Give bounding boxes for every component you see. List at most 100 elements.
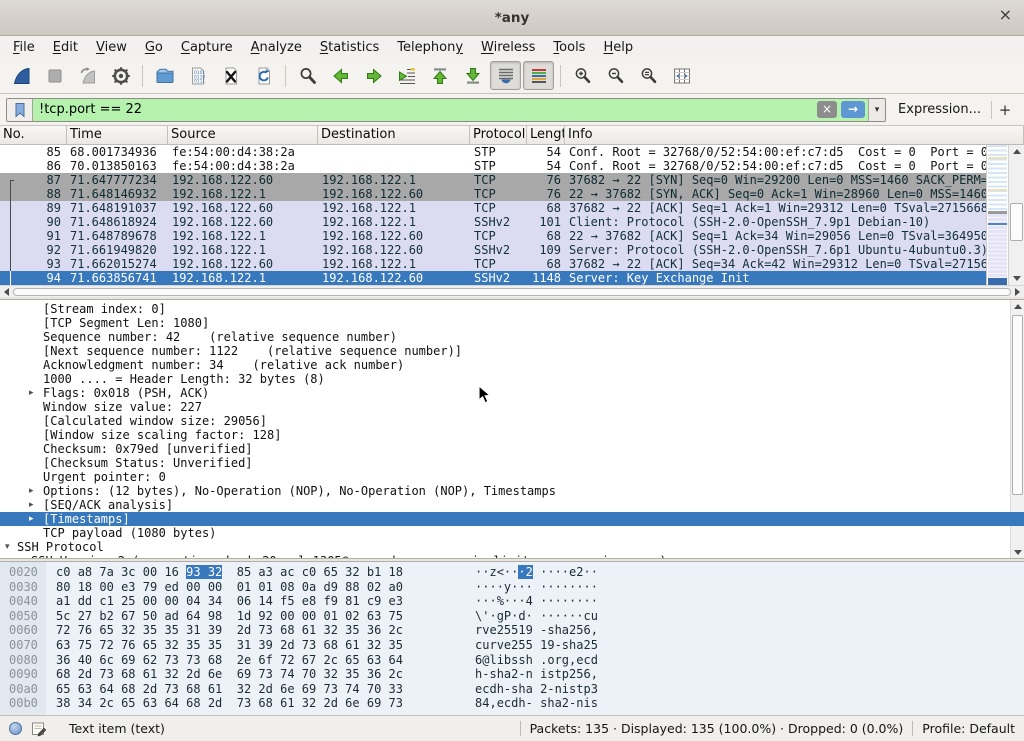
collapse-arrow-icon[interactable]: ▾ [5, 540, 10, 554]
menu-tools[interactable]: Tools [544, 38, 594, 57]
save-file-button[interactable]: 010101100111 [182, 61, 213, 90]
scroll-down-icon[interactable] [1009, 272, 1024, 285]
hex-row[interactable]: 008036 40 6c 69 62 73 73 68 2e 6f 72 67 … [0, 653, 1024, 668]
packet-row[interactable]: 9071.648618924192.168.122.60192.168.122.… [0, 215, 986, 229]
close-file-button[interactable] [215, 61, 246, 90]
expand-arrow-icon[interactable]: ▸ [19, 554, 24, 559]
scroll-up-icon[interactable] [1009, 145, 1024, 158]
go-to-packet-button[interactable] [391, 61, 422, 90]
zoom-in-button[interactable] [567, 61, 598, 90]
packet-row[interactable]: 9371.662015274192.168.122.60192.168.122.… [0, 257, 986, 271]
detail-row[interactable]: Window size value: 227 [0, 400, 1024, 414]
filter-bookmark-button[interactable] [7, 99, 33, 121]
menu-capture[interactable]: Capture [172, 38, 242, 57]
packet-list-minimap[interactable] [986, 145, 1008, 285]
go-first-button[interactable] [424, 61, 455, 90]
status-profile[interactable]: Profile: Default [922, 721, 1015, 736]
menu-view[interactable]: View [87, 38, 136, 57]
expert-info-icon[interactable] [9, 722, 22, 735]
menu-help[interactable]: Help [594, 38, 642, 57]
packet-row[interactable]: 8971.648191037192.168.122.60192.168.122.… [0, 201, 986, 215]
find-packet-button[interactable] [292, 61, 323, 90]
detail-row[interactable]: ▸Options: (12 bytes), No-Operation (NOP)… [0, 484, 1024, 498]
detail-row[interactable]: [Stream index: 0] [0, 302, 1024, 316]
detail-row[interactable]: TCP payload (1080 bytes) [0, 526, 1024, 540]
go-forward-button[interactable] [358, 61, 389, 90]
expand-arrow-icon[interactable]: ▸ [29, 386, 34, 400]
filter-clear-button[interactable]: × [817, 101, 837, 118]
hex-row[interactable]: 00505c 27 b2 67 50 ad 64 98 1d 92 00 00 … [0, 609, 1024, 624]
hex-row[interactable]: 009068 2d 73 68 61 32 2d 6e 69 73 74 70 … [0, 667, 1024, 682]
detail-row[interactable]: ▾SSH Protocol [0, 540, 1024, 554]
menu-analyze[interactable]: Analyze [242, 38, 311, 57]
menu-file[interactable]: File [4, 38, 44, 57]
add-filter-button[interactable]: + [992, 101, 1018, 119]
scroll-right-icon[interactable] [1015, 288, 1020, 296]
menu-edit[interactable]: Edit [44, 38, 87, 57]
detail-row[interactable]: Sequence number: 42 (relative sequence n… [0, 330, 1024, 344]
go-back-button[interactable] [325, 61, 356, 90]
column-header-info[interactable]: Info [565, 126, 1024, 144]
column-header-source[interactable]: Source [168, 126, 318, 144]
packet-row[interactable]: 9271.661949820192.168.122.1192.168.122.6… [0, 243, 986, 257]
hex-row[interactable]: 0020c0 a8 7a 3c 00 16 93 32 85 a3 ac c0 … [0, 565, 1024, 580]
packet-list-hscrollbar[interactable] [0, 285, 1024, 297]
expand-arrow-icon[interactable]: ▸ [29, 484, 34, 498]
zoom-reset-button[interactable] [633, 61, 664, 90]
hex-row[interactable]: 00a065 63 64 68 2d 73 68 61 32 2d 6e 69 … [0, 682, 1024, 697]
column-header-destination[interactable]: Destination [318, 126, 470, 144]
hex-row[interactable]: 007063 75 72 76 65 32 35 35 31 39 2d 73 … [0, 638, 1024, 653]
hex-row[interactable]: 00b038 34 2c 65 63 64 68 2d 73 68 61 32 … [0, 696, 1024, 711]
scrollbar-thumb[interactable] [13, 288, 1011, 296]
packet-list-vscrollbar[interactable] [1008, 145, 1024, 285]
detail-row[interactable]: Urgent pointer: 0 [0, 470, 1024, 484]
column-header-protocol[interactable]: Protocol [470, 126, 527, 144]
capture-options-button[interactable] [105, 61, 136, 90]
close-icon[interactable]: × [999, 7, 1012, 23]
detail-row[interactable]: ▸Flags: 0x018 (PSH, ACK) [0, 386, 1024, 400]
start-capture-button[interactable] [6, 61, 37, 90]
detail-row[interactable]: [Checksum Status: Unverified] [0, 456, 1024, 470]
detail-row[interactable]: ▸SSH Version 2 (encryption:chacha20-poly… [0, 554, 1024, 559]
detail-row[interactable]: Acknowledgment number: 34 (relative ack … [0, 358, 1024, 372]
title-bar[interactable]: *any × [0, 0, 1024, 36]
go-last-button[interactable] [457, 61, 488, 90]
display-filter-input[interactable]: !tcp.port == 22 [33, 102, 817, 117]
detail-row[interactable]: [Window size scaling factor: 128] [0, 428, 1024, 442]
packet-row[interactable]: 8670.013850163fe:54:00:d4:38:2aSTP54Conf… [0, 159, 986, 173]
packet-row[interactable]: 9471.663856741192.168.122.1192.168.122.6… [0, 271, 986, 285]
scroll-left-icon[interactable] [4, 288, 9, 296]
hex-row[interactable]: 0040a1 dd c1 25 00 00 04 34 06 14 f5 e8 … [0, 594, 1024, 609]
column-header-no[interactable]: No. [0, 126, 67, 144]
open-file-button[interactable] [149, 61, 180, 90]
colorize-button[interactable] [523, 61, 554, 90]
menu-telephony[interactable]: Telephony [388, 38, 472, 57]
column-header-time[interactable]: Time [67, 126, 168, 144]
menu-statistics[interactable]: Statistics [311, 38, 388, 57]
display-filter-field[interactable]: !tcp.port == 22 × → ▾ [6, 98, 886, 122]
zoom-out-button[interactable] [600, 61, 631, 90]
detail-row[interactable]: [Next sequence number: 1122 (relative se… [0, 344, 1024, 358]
reload-file-button[interactable] [248, 61, 279, 90]
resize-columns-button[interactable] [666, 61, 697, 90]
column-header-length[interactable]: Length [527, 126, 565, 144]
filter-history-dropdown[interactable]: ▾ [868, 99, 885, 121]
hex-row[interactable]: 006072 76 65 32 35 35 31 39 2d 73 68 61 … [0, 623, 1024, 638]
detail-row[interactable]: Checksum: 0x79ed [unverified] [0, 442, 1024, 456]
packet-row[interactable]: 8871.648146932192.168.122.1192.168.122.6… [0, 187, 986, 201]
detail-row[interactable]: ▸[SEQ/ACK analysis] [0, 498, 1024, 512]
expression-button[interactable]: Expression... [898, 102, 981, 117]
packet-row[interactable]: 9171.648789678192.168.122.1192.168.122.6… [0, 229, 986, 243]
detail-row[interactable]: [Calculated window size: 29056] [0, 414, 1024, 428]
menu-go[interactable]: Go [136, 38, 172, 57]
detail-row[interactable]: [TCP Segment Len: 1080] [0, 316, 1024, 330]
capture-comment-icon[interactable] [31, 721, 47, 737]
filter-apply-button[interactable]: → [841, 101, 865, 118]
menu-wireless[interactable]: Wireless [472, 38, 544, 57]
auto-scroll-button[interactable] [490, 61, 521, 90]
packet-row[interactable]: 8568.001734936fe:54:00:d4:38:2aSTP54Conf… [0, 145, 986, 159]
scrollbar-thumb[interactable] [1010, 203, 1023, 241]
detail-row[interactable]: ▸[Timestamps] [0, 512, 1024, 526]
packet-row[interactable]: 8771.647777234192.168.122.60192.168.122.… [0, 173, 986, 187]
hex-row[interactable]: 003080 18 00 e3 79 ed 00 00 01 01 08 0a … [0, 580, 1024, 595]
